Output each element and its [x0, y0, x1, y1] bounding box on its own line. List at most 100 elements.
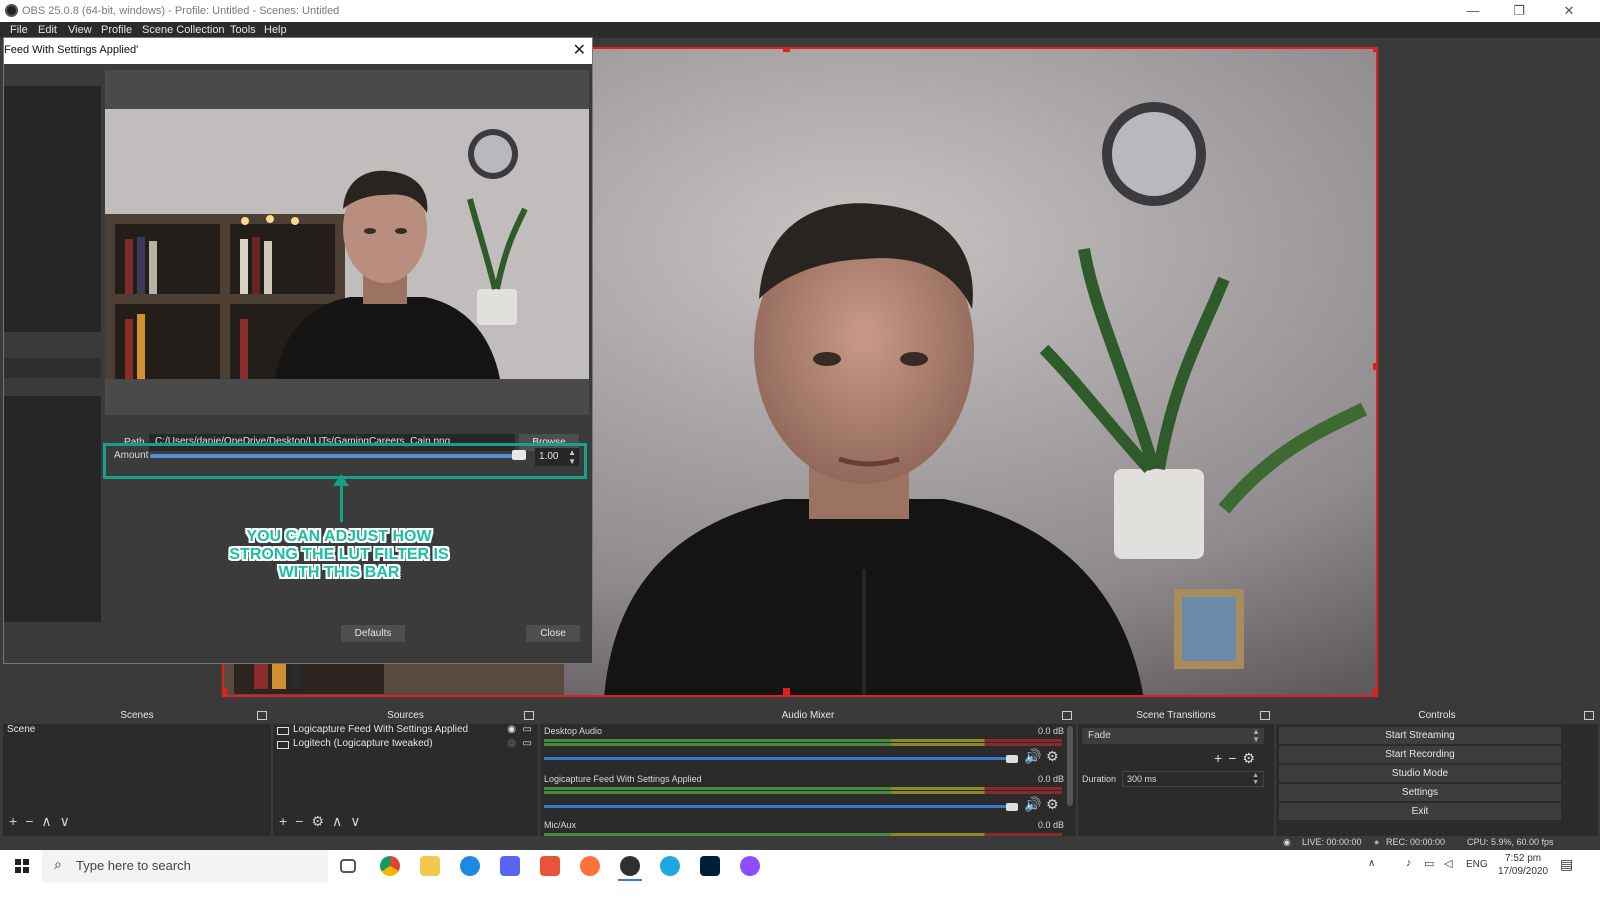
duration-spinbox[interactable]: 300 ms ▲ ▼: [1122, 771, 1264, 787]
windows-start-icon[interactable]: [15, 859, 29, 873]
list-item[interactable]: Logicapture Feed With Settings Applied ◉…: [273, 724, 538, 738]
move-down-icon[interactable]: ∨: [60, 813, 78, 829]
audio-filters-list[interactable]: [4, 396, 101, 622]
gear-icon[interactable]: ⚙: [311, 813, 332, 829]
move-up-icon[interactable]: ∧: [41, 813, 59, 829]
start-recording-button[interactable]: Start Recording: [1279, 746, 1561, 763]
notifications-icon[interactable]: ▤: [1560, 856, 1573, 873]
add-icon[interactable]: +: [1214, 750, 1228, 766]
start-streaming-button[interactable]: Start Streaming: [1279, 727, 1561, 744]
close-window-button[interactable]: ✕: [1546, 1, 1592, 21]
lock-icon[interactable]: ▭: [523, 724, 532, 735]
volume-icon[interactable]: ◁: [1444, 857, 1452, 870]
maximize-button[interactable]: ❐: [1496, 1, 1542, 21]
move-down-icon[interactable]: ∨: [350, 813, 368, 829]
arrow-shaft: [340, 482, 343, 522]
amount-spinbox[interactable]: 1.00 ▲ ▼: [535, 448, 579, 466]
undock-icon[interactable]: [524, 711, 534, 720]
dialog-title-bar: Feed With Settings Applied' ✕: [4, 38, 592, 64]
menu-view[interactable]: View: [68, 24, 92, 36]
gear-icon[interactable]: ⚙: [1046, 748, 1059, 765]
menu-profile[interactable]: Profile: [101, 24, 132, 36]
menu-edit[interactable]: Edit: [38, 24, 57, 36]
resize-handle[interactable]: [1373, 363, 1376, 370]
remove-icon[interactable]: −: [295, 813, 311, 829]
resize-handle[interactable]: [783, 688, 790, 695]
eye-hidden-icon[interactable]: ◎: [507, 738, 516, 749]
chevron-up-icon[interactable]: ∧: [1368, 858, 1375, 869]
discord-icon[interactable]: [500, 856, 520, 876]
resize-handle[interactable]: [1373, 688, 1376, 695]
app-s-icon[interactable]: [540, 856, 560, 876]
edge-icon[interactable]: [660, 856, 680, 876]
language-indicator[interactable]: ENG: [1466, 859, 1488, 870]
defaults-button[interactable]: Defaults: [341, 625, 405, 642]
menu-file[interactable]: File: [10, 24, 28, 36]
volume-slider[interactable]: [544, 805, 1014, 808]
duration-value: 300 ms: [1127, 774, 1157, 784]
photoshop-icon[interactable]: [700, 856, 720, 876]
resize-handle[interactable]: [1373, 49, 1376, 52]
menu-help[interactable]: Help: [264, 24, 287, 36]
list-item[interactable]: Logitech (Logicapture tweaked) ◎ ▭: [273, 738, 538, 752]
volume-thumb[interactable]: [1006, 803, 1018, 811]
exit-button[interactable]: Exit: [1279, 803, 1561, 820]
undock-icon[interactable]: [1584, 711, 1594, 720]
effect-filters-list[interactable]: [4, 86, 101, 332]
obs-logo-icon: [5, 4, 18, 17]
resize-handle[interactable]: [224, 688, 227, 695]
controls-dock: Controls Start Streaming Start Recording…: [1276, 708, 1598, 836]
app-icon[interactable]: [460, 856, 480, 876]
chrome-icon[interactable]: [380, 856, 400, 876]
taskbar-search-input[interactable]: ⌕ Type here to search: [42, 850, 328, 882]
add-icon[interactable]: +: [9, 813, 25, 829]
menu-tools[interactable]: Tools: [230, 24, 256, 36]
volume-slider[interactable]: [544, 757, 1014, 760]
mixer-scrollbar[interactable]: [1067, 726, 1073, 806]
speaker-icon[interactable]: 🔊: [1024, 748, 1041, 765]
undock-icon[interactable]: [257, 711, 267, 720]
studio-mode-button[interactable]: Studio Mode: [1279, 765, 1561, 782]
spin-arrows-icon[interactable]: ▲ ▼: [568, 448, 576, 466]
spin-arrows-icon[interactable]: ▲ ▼: [1252, 772, 1259, 786]
network-icon[interactable]: ▭: [1424, 857, 1434, 870]
list-item[interactable]: Scene: [3, 724, 271, 738]
app-circle-icon[interactable]: [740, 856, 760, 876]
speaker-icon[interactable]: 🔊: [1024, 796, 1041, 813]
undock-icon[interactable]: [1062, 711, 1072, 720]
amount-slider-thumb[interactable]: [512, 450, 526, 460]
lock-icon[interactable]: ▭: [523, 738, 532, 749]
move-up-icon[interactable]: ∧: [332, 813, 350, 829]
close-button[interactable]: Close: [526, 625, 580, 642]
sources-list: Logicapture Feed With Settings Applied ◉…: [273, 724, 538, 752]
amount-slider[interactable]: [150, 454, 526, 458]
remove-icon[interactable]: −: [25, 813, 41, 829]
search-placeholder: Type here to search: [76, 858, 191, 873]
firefox-icon[interactable]: [580, 856, 600, 876]
undock-icon[interactable]: [1260, 711, 1270, 720]
gear-icon[interactable]: ⚙: [1242, 750, 1261, 766]
menu-bar: File Edit View Profile Scene Collection …: [0, 22, 1600, 38]
close-icon[interactable]: ✕: [573, 40, 586, 60]
obs-taskbar-icon[interactable]: [620, 856, 640, 876]
remove-icon[interactable]: −: [1228, 750, 1242, 766]
volume-thumb[interactable]: [1006, 755, 1018, 763]
clock-time[interactable]: 7:52 pm: [1505, 853, 1541, 864]
dialog-title: Feed With Settings Applied': [4, 44, 139, 56]
minimize-button[interactable]: —: [1450, 1, 1496, 21]
eye-icon[interactable]: ◉: [507, 724, 516, 735]
resize-handle[interactable]: [783, 49, 790, 52]
settings-button[interactable]: Settings: [1279, 784, 1561, 801]
transition-select[interactable]: Fade ▲ ▼: [1082, 728, 1264, 744]
menu-scene-collection[interactable]: Scene Collection: [142, 24, 225, 36]
task-view-icon[interactable]: [340, 859, 356, 873]
gear-icon[interactable]: ⚙: [1046, 796, 1059, 813]
transitions-title: Scene Transitions: [1136, 710, 1216, 721]
microphone-icon[interactable]: ♪: [1406, 857, 1412, 869]
live-time: LIVE: 00:00:00: [1302, 837, 1362, 847]
sources-dock: Sources Logicapture Feed With Settings A…: [273, 708, 538, 836]
add-icon[interactable]: +: [279, 813, 295, 829]
clock-date[interactable]: 17/09/2020: [1498, 866, 1548, 877]
amount-value: 1.00: [539, 451, 559, 462]
file-explorer-icon[interactable]: [420, 856, 440, 876]
